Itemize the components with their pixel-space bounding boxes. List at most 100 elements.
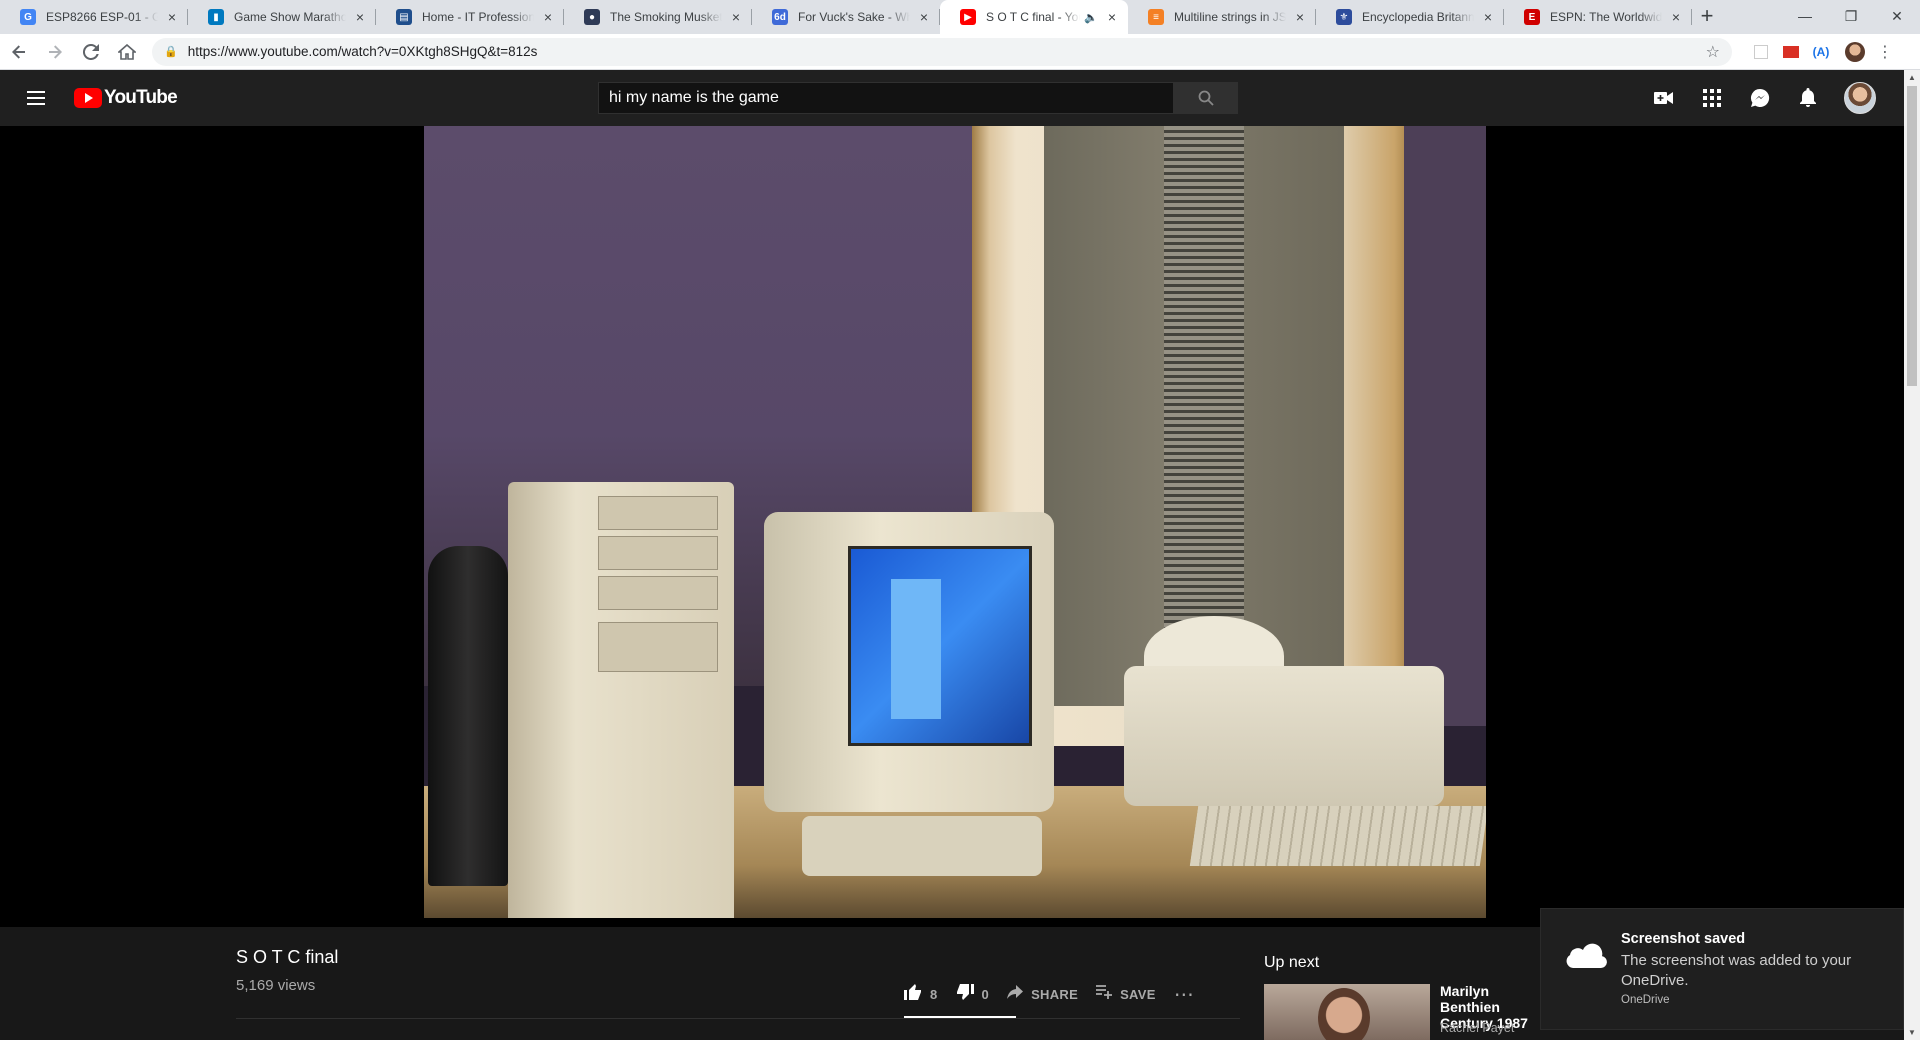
video-title: S O T C final: [236, 947, 339, 967]
youtube-wordmark: YouTube: [104, 87, 178, 108]
tab-title: Encyclopedia Britannica: [1362, 10, 1474, 24]
tab-title: Home - IT Professionals: [422, 10, 534, 24]
playlist-add-icon: [1096, 985, 1113, 1004]
youtube-header: YouTube hi my name is the game: [0, 70, 1904, 126]
up-next-heading: Up next: [1264, 954, 1320, 971]
dislike-button[interactable]: 0: [956, 984, 990, 1005]
share-arrow-icon: [1007, 985, 1024, 1004]
toast-app-name: OneDrive: [1621, 994, 1670, 1006]
restore-button[interactable]: ❐: [1828, 0, 1874, 32]
new-tab-button[interactable]: +: [1692, 0, 1722, 34]
tab-title: Game Show Marathon: [234, 10, 346, 24]
tab-close-icon[interactable]: ×: [916, 9, 932, 25]
save-button[interactable]: SAVE: [1096, 985, 1156, 1004]
create-video-icon[interactable]: [1644, 80, 1684, 116]
search-icon: [1198, 90, 1214, 106]
britannica-icon: ⚜: [1336, 9, 1352, 25]
tab-close-icon[interactable]: ×: [164, 9, 180, 25]
extension-blank-icon[interactable]: [1746, 37, 1776, 67]
recommended-video-channel[interactable]: Rachel Payet: [1440, 1021, 1514, 1035]
forward-button[interactable]: [38, 37, 72, 67]
video-player[interactable]: [0, 126, 1904, 927]
home-icon: [118, 43, 136, 60]
browser-tab[interactable]: ≡ Multiline strings in JSON ×: [1128, 0, 1316, 34]
like-button[interactable]: 8: [904, 984, 938, 1005]
onedrive-cloud-icon: [1566, 943, 1607, 968]
browser-tab[interactable]: ▶ S O T C final - YouTube 🔈 ×: [940, 0, 1128, 34]
scroll-down-arrow-icon[interactable]: ▼: [1908, 1028, 1916, 1037]
messages-icon[interactable]: [1740, 80, 1780, 116]
bookmark-star-icon[interactable]: ☆: [1706, 42, 1720, 62]
search-input[interactable]: hi my name is the game: [598, 82, 1174, 114]
video-scene-printer: [1124, 666, 1444, 806]
dislike-count: 0: [981, 987, 990, 1002]
extension-gmail-icon[interactable]: [1776, 37, 1806, 67]
tab-title: The Smoking Musket, a: [610, 10, 722, 24]
search-bar: hi my name is the game: [598, 82, 1238, 114]
scroll-up-arrow-icon[interactable]: ▲: [1908, 73, 1916, 82]
tab-close-icon[interactable]: ×: [1480, 9, 1496, 25]
arrow-left-icon: [12, 44, 25, 59]
video-scene-statue: [428, 546, 508, 886]
browser-tab[interactable]: G ESP8266 ESP-01 - Google ×: [0, 0, 188, 34]
apps-grid-icon[interactable]: [1692, 80, 1732, 116]
browser-toolbar: 🔒 https://www.youtube.com/watch?v=0XKtgh…: [0, 34, 1920, 70]
browser-tab[interactable]: 6d For Vuck's Sake - Whoo ×: [752, 0, 940, 34]
profile-avatar-icon[interactable]: [1840, 37, 1870, 67]
browser-tab[interactable]: ⚜ Encyclopedia Britannica ×: [1316, 0, 1504, 34]
tab-close-icon[interactable]: ×: [1104, 9, 1120, 25]
tab-title: Multiline strings in JSON: [1174, 10, 1286, 24]
page-scrollbar[interactable]: ▲ ▼: [1904, 70, 1920, 1040]
browser-tab[interactable]: ● The Smoking Musket, a ×: [564, 0, 752, 34]
onedrive-notification-toast[interactable]: Screenshot saved The screenshot was adde…: [1540, 908, 1904, 1030]
browser-tab[interactable]: ▮ Game Show Marathon ×: [188, 0, 376, 34]
tab-close-icon[interactable]: ×: [1292, 9, 1308, 25]
window-controls: — ❐ ✕: [1782, 0, 1920, 32]
video-scene-screen: [848, 546, 1032, 746]
video-frame[interactable]: [424, 126, 1486, 918]
home-button[interactable]: [110, 37, 144, 67]
tab-audio-icon[interactable]: 🔈: [1084, 11, 1098, 24]
stackoverflow-icon: ≡: [1148, 9, 1164, 25]
minimize-button[interactable]: —: [1782, 0, 1828, 32]
browser-tab[interactable]: ▤ Home - IT Professionals ×: [376, 0, 564, 34]
search-button[interactable]: [1174, 82, 1238, 114]
tab-close-icon[interactable]: ×: [1668, 9, 1684, 25]
video-scene-crt-monitor: [764, 512, 1054, 812]
like-count: 8: [930, 987, 938, 1002]
chrome-menu-icon[interactable]: ⋮: [1870, 37, 1900, 67]
reload-button[interactable]: [74, 37, 108, 67]
back-button[interactable]: [2, 37, 36, 67]
espn-icon: E: [1524, 9, 1540, 25]
browser-tab[interactable]: E ESPN: The Worldwide Leader ×: [1504, 0, 1692, 34]
info-divider: [236, 1018, 1240, 1019]
tab-close-icon[interactable]: ×: [728, 9, 744, 25]
recommended-thumbnail[interactable]: [1264, 984, 1430, 1040]
menu-icon[interactable]: [24, 86, 48, 110]
blog-icon: 6d: [772, 9, 788, 25]
url-text[interactable]: https://www.youtube.com/watch?v=0XKtgh8S…: [188, 44, 1706, 59]
extension-a-icon[interactable]: (A): [1806, 37, 1836, 67]
account-avatar[interactable]: [1844, 82, 1876, 114]
itpro-icon: ▤: [396, 9, 412, 25]
notifications-bell-icon[interactable]: [1788, 80, 1828, 116]
tab-title: For Vuck's Sake - Whoo: [798, 10, 910, 24]
video-scene-skyscraper: [1164, 126, 1244, 686]
tab-close-icon[interactable]: ×: [352, 9, 368, 25]
thumbs-up-icon: [904, 984, 922, 1005]
thumbs-down-icon: [956, 984, 974, 1005]
sbnation-icon: ●: [584, 9, 600, 25]
more-actions-button[interactable]: ⋯: [1174, 982, 1202, 1007]
tab-close-icon[interactable]: ×: [540, 9, 556, 25]
video-scene-monitor-base: [802, 816, 1042, 876]
share-button[interactable]: SHARE: [1007, 985, 1078, 1004]
address-bar[interactable]: 🔒 https://www.youtube.com/watch?v=0XKtgh…: [152, 37, 1732, 66]
reload-icon: [83, 43, 99, 60]
scrollbar-thumb[interactable]: [1907, 86, 1917, 386]
toast-message: The screenshot was added to your OneDriv…: [1621, 952, 1852, 989]
video-scene-right-wall: [1404, 126, 1486, 726]
toast-title: Screenshot saved: [1621, 931, 1746, 947]
youtube-logo[interactable]: YouTube: [74, 87, 178, 109]
close-window-button[interactable]: ✕: [1874, 0, 1920, 32]
arrow-right-icon: [49, 44, 62, 59]
